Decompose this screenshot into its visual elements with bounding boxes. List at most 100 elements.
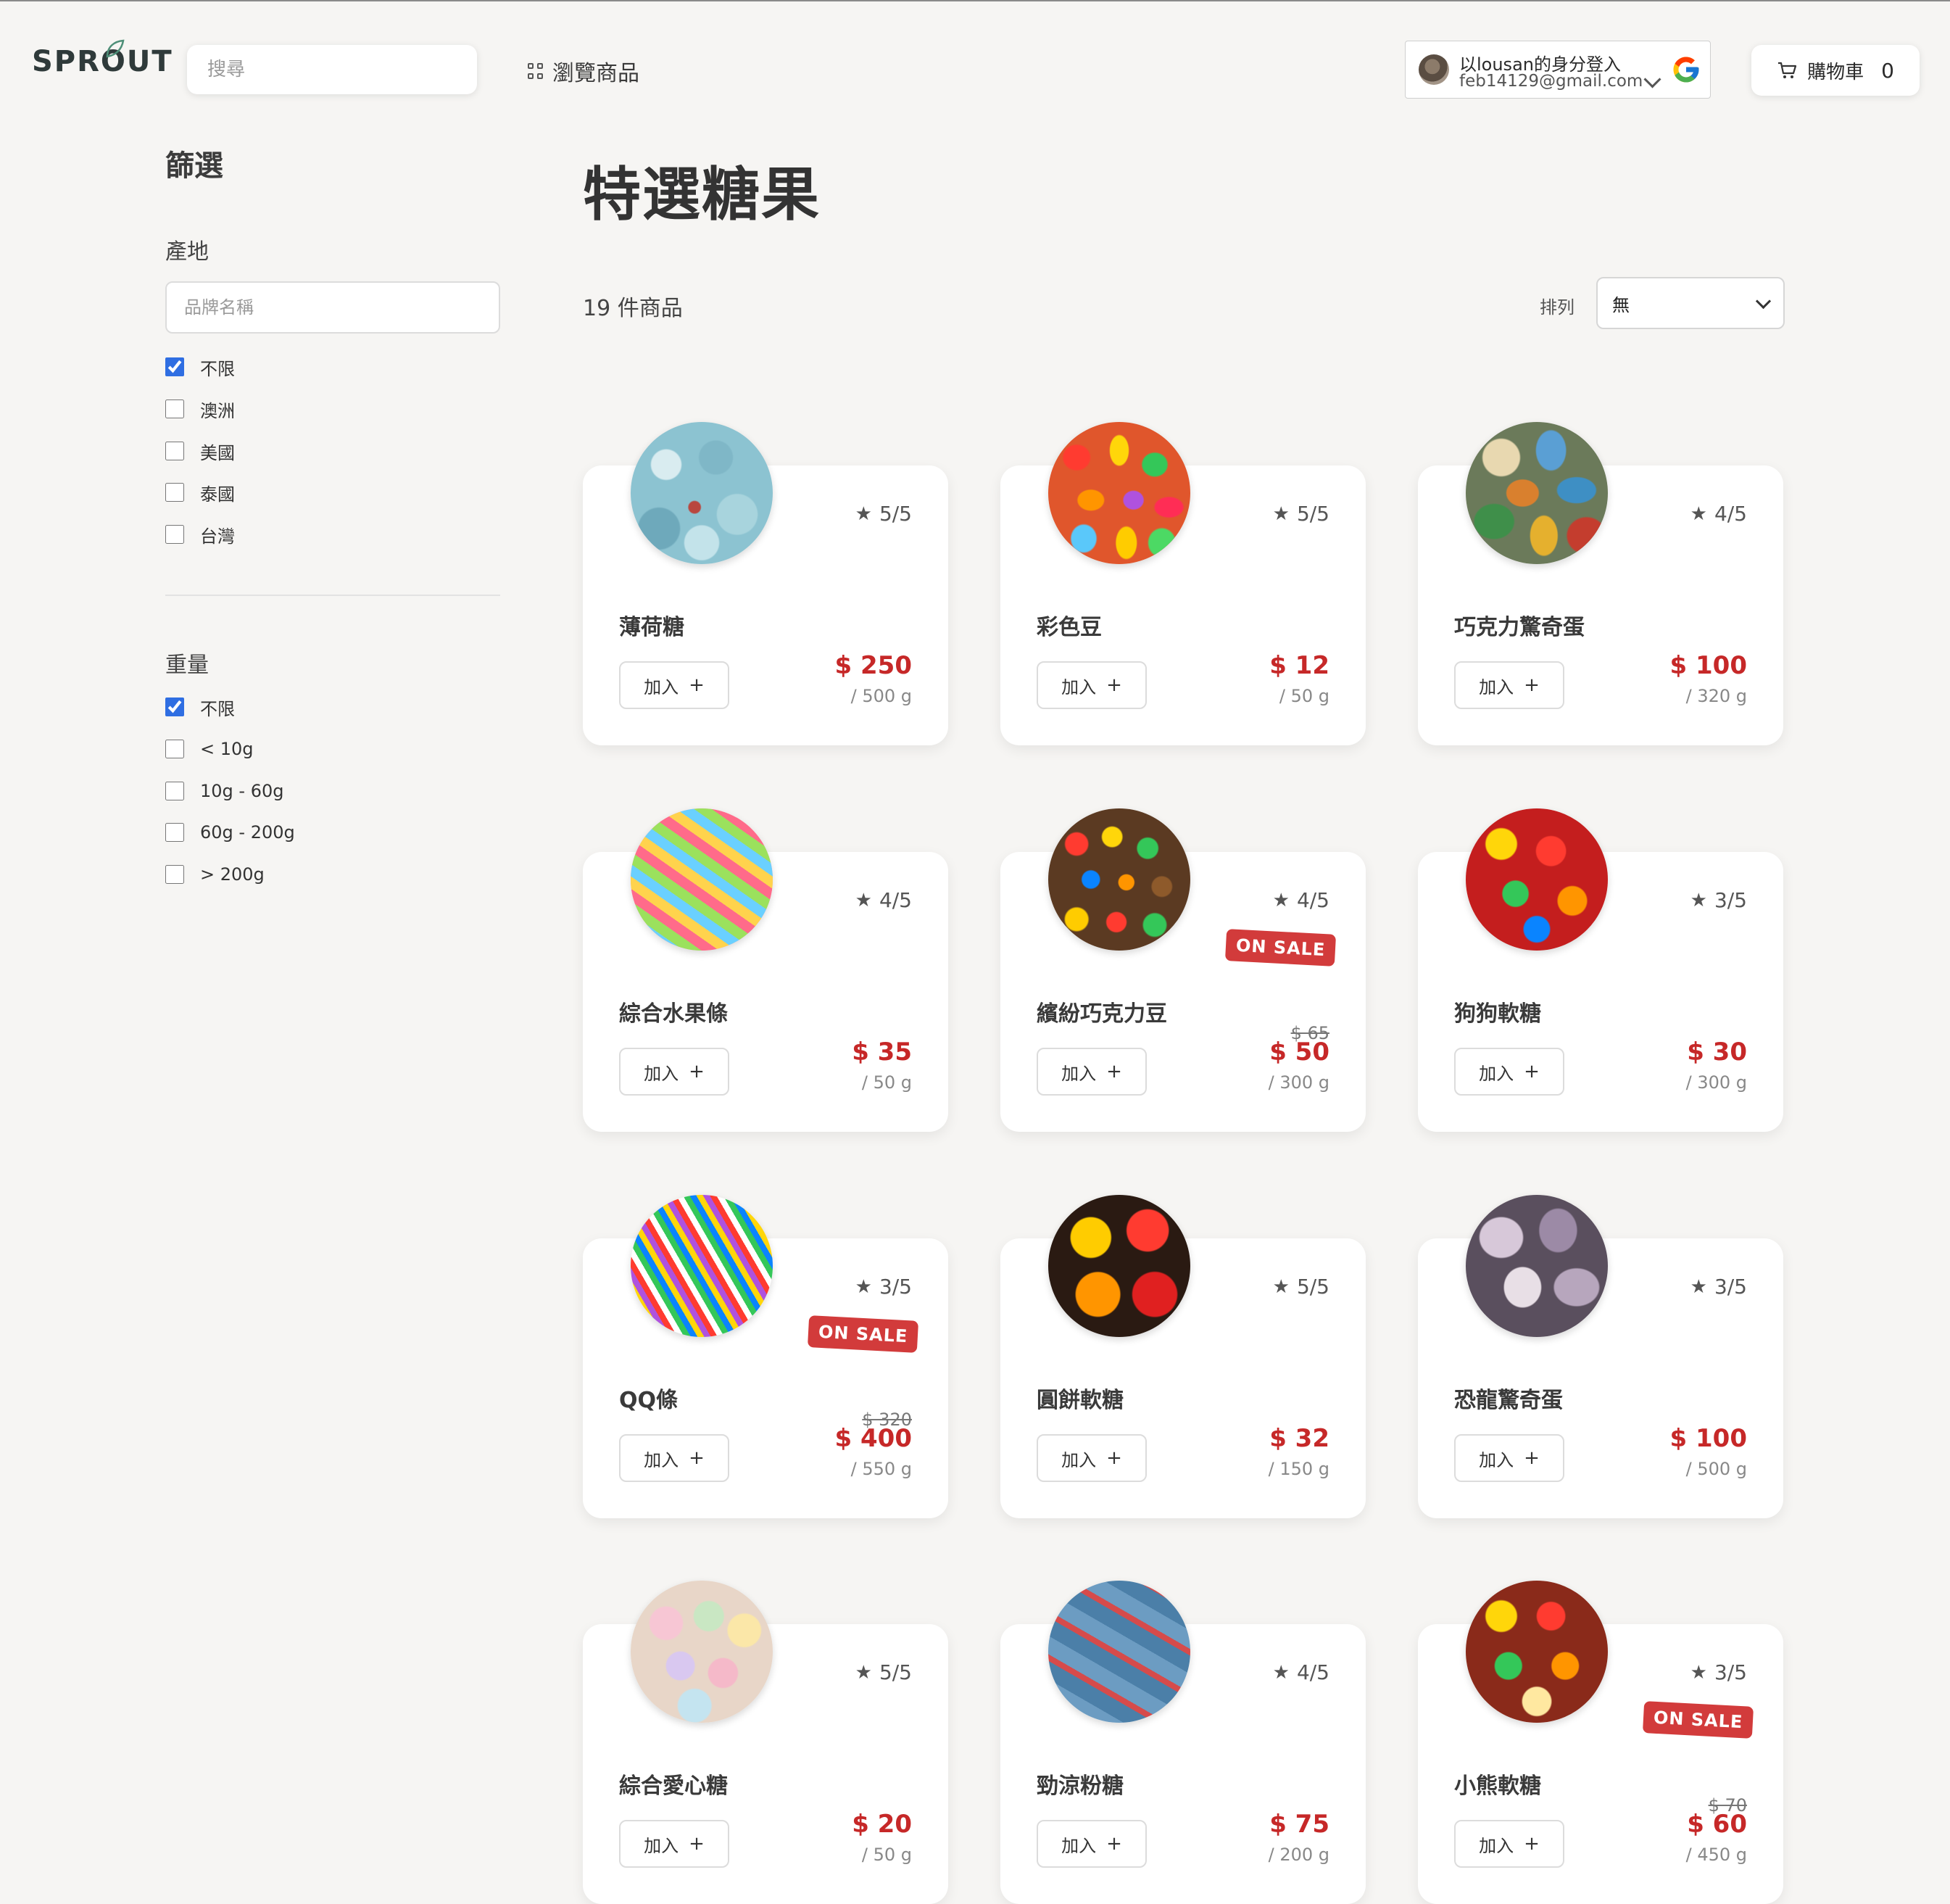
add-to-cart-button[interactable]: 加入 +	[1454, 661, 1564, 709]
weight-option-over-200g[interactable]: > 200g	[165, 860, 265, 889]
product-weight: / 320 g	[1685, 686, 1747, 706]
plus-icon: +	[1106, 1447, 1122, 1469]
add-to-cart-button[interactable]: 加入 +	[619, 661, 729, 709]
sidebar-divider	[165, 595, 500, 596]
product-card[interactable]: ★ 3/5 ON SALE QQ條 加入 + $ 320 $ 400/ 550 g	[583, 1195, 948, 1518]
sort-label: 排列	[1540, 297, 1574, 318]
product-card[interactable]: ★ 4/5 綜合水果條 加入 + $ 35 / 50 g	[583, 808, 948, 1132]
weight-checkbox-60-200g[interactable]	[165, 823, 184, 842]
product-price: $ 75	[1269, 1810, 1329, 1839]
add-to-cart-button[interactable]: 加入 +	[1037, 1048, 1147, 1096]
star-icon: ★	[1690, 502, 1707, 525]
product-card[interactable]: ★ 4/5 ON SALE 繽紛巧克力豆 加入 + $ 65 $ 50/ 300 g	[1000, 808, 1366, 1132]
product-card[interactable]: ★ 5/5 彩色豆 加入 + $ 12 / 50 g	[1000, 422, 1366, 745]
add-to-cart-button[interactable]: 加入 +	[619, 1434, 729, 1482]
weight-checkbox-over-200g[interactable]	[165, 865, 184, 884]
product-name[interactable]: 繽紛巧克力豆	[1037, 996, 1167, 1027]
product-image[interactable]	[631, 1195, 773, 1337]
brand-name-input[interactable]	[165, 281, 500, 334]
product-weight: / 50 g	[861, 1845, 912, 1865]
add-to-cart-button[interactable]: 加入 +	[1037, 1434, 1147, 1482]
product-name[interactable]: 巧克力驚奇蛋	[1454, 609, 1585, 641]
product-card[interactable]: ★ 5/5 綜合愛心糖 加入 + $ 20 / 50 g	[583, 1581, 948, 1904]
product-name[interactable]: 圓餅軟糖	[1037, 1382, 1124, 1414]
product-weight: / 150 g	[1268, 1459, 1329, 1479]
product-card[interactable]: ★ 3/5 ON SALE 小熊軟糖 加入 + $ 70 $ 60/ 450 g	[1418, 1581, 1783, 1904]
product-card[interactable]: ★ 3/5 恐龍驚奇蛋 加入 + $ 100 / 500 g	[1418, 1195, 1783, 1518]
grid-icon	[528, 63, 544, 79]
product-name[interactable]: QQ條	[619, 1382, 678, 1414]
add-to-cart-button[interactable]: 加入 +	[1454, 1820, 1564, 1868]
product-card[interactable]: ★ 5/5 圓餅軟糖 加入 + $ 32 / 150 g	[1000, 1195, 1366, 1518]
weight-checkbox-under-10g[interactable]	[165, 740, 184, 758]
cart-button[interactable]: 購物車 0	[1751, 45, 1920, 96]
add-to-cart-button[interactable]: 加入 +	[1454, 1434, 1564, 1482]
add-to-cart-button[interactable]: 加入 +	[619, 1048, 729, 1096]
product-name[interactable]: 小熊軟糖	[1454, 1768, 1541, 1800]
browse-products-link[interactable]: 瀏覽商品	[528, 55, 639, 87]
product-count: 19 件商品	[583, 296, 683, 321]
product-name[interactable]: 綜合愛心糖	[619, 1768, 728, 1800]
origin-checkbox-thailand[interactable]	[165, 483, 184, 502]
origin-checkbox-usa[interactable]	[165, 442, 184, 460]
product-image[interactable]	[1048, 1581, 1190, 1723]
account-email: feb14129@gmail.com	[1459, 72, 1643, 91]
weight-checkbox-10-60g[interactable]	[165, 782, 184, 800]
product-card[interactable]: ★ 3/5 狗狗軟糖 加入 + $ 30 / 300 g	[1418, 808, 1783, 1132]
origin-checkbox-australia[interactable]	[165, 400, 184, 418]
plus-icon: +	[1524, 1447, 1540, 1469]
add-label: 加入	[1061, 1835, 1097, 1856]
weight-option-under-10g[interactable]: < 10g	[165, 734, 254, 763]
star-icon: ★	[1272, 1661, 1290, 1684]
origin-checkbox-taiwan[interactable]	[165, 525, 184, 544]
origin-option-taiwan[interactable]: 台灣	[165, 520, 235, 549]
weight-checkbox-any[interactable]	[165, 698, 184, 716]
product-image[interactable]	[1466, 422, 1608, 564]
product-image[interactable]	[1466, 1195, 1608, 1337]
product-price: $ 400	[834, 1424, 912, 1453]
weight-option-any[interactable]: 不限	[165, 692, 235, 721]
add-label: 加入	[644, 1063, 679, 1084]
add-label: 加入	[1061, 1449, 1097, 1470]
product-image[interactable]	[1466, 1581, 1608, 1723]
add-label: 加入	[1479, 1063, 1514, 1084]
origin-option-australia[interactable]: 澳洲	[165, 394, 235, 423]
weight-option-label: < 10g	[200, 739, 254, 759]
sort-select[interactable]: 無	[1596, 277, 1785, 329]
product-name[interactable]: 彩色豆	[1037, 609, 1102, 641]
sprout-logo[interactable]: SPROUT	[32, 45, 173, 78]
product-name[interactable]: 綜合水果條	[619, 996, 728, 1027]
product-image[interactable]	[1048, 1195, 1190, 1337]
add-to-cart-button[interactable]: 加入 +	[1037, 1820, 1147, 1868]
product-name[interactable]: 恐龍驚奇蛋	[1454, 1382, 1563, 1414]
product-image[interactable]	[1466, 808, 1608, 951]
add-to-cart-button[interactable]: 加入 +	[619, 1820, 729, 1868]
origin-checkbox-any[interactable]	[165, 357, 184, 376]
product-price: $ 100	[1669, 1424, 1747, 1453]
weight-option-label: 不限	[200, 698, 235, 719]
product-card[interactable]: ★ 5/5 薄荷糖 加入 + $ 250 / 500 g	[583, 422, 948, 745]
add-to-cart-button[interactable]: 加入 +	[1037, 661, 1147, 709]
product-name[interactable]: 薄荷糖	[619, 609, 684, 641]
plus-icon: +	[1106, 674, 1122, 696]
product-image[interactable]	[631, 1581, 773, 1723]
origin-option-any[interactable]: 不限	[165, 352, 235, 381]
product-name[interactable]: 狗狗軟糖	[1454, 996, 1541, 1027]
account-switcher[interactable]: 以lousan的身分登入 feb14129@gmail.com	[1405, 41, 1711, 99]
star-icon: ★	[1690, 889, 1707, 911]
origin-option-thailand[interactable]: 泰國	[165, 478, 235, 507]
product-image[interactable]	[631, 808, 773, 951]
origin-option-usa[interactable]: 美國	[165, 436, 235, 465]
product-card[interactable]: ★ 4/5 巧克力驚奇蛋 加入 + $ 100 / 320 g	[1418, 422, 1783, 745]
product-image[interactable]	[1048, 808, 1190, 951]
product-card[interactable]: ★ 4/5 勁涼粉糖 加入 + $ 75 / 200 g	[1000, 1581, 1366, 1904]
add-to-cart-button[interactable]: 加入 +	[1454, 1048, 1564, 1096]
search-input[interactable]	[187, 45, 477, 94]
product-image[interactable]	[631, 422, 773, 564]
product-image[interactable]	[1048, 422, 1190, 564]
product-price: $ 20	[852, 1810, 912, 1839]
weight-option-10-60g[interactable]: 10g - 60g	[165, 777, 283, 806]
product-name[interactable]: 勁涼粉糖	[1037, 1768, 1124, 1800]
weight-option-60-200g[interactable]: 60g - 200g	[165, 818, 295, 847]
product-price: $ 50	[1269, 1038, 1329, 1067]
